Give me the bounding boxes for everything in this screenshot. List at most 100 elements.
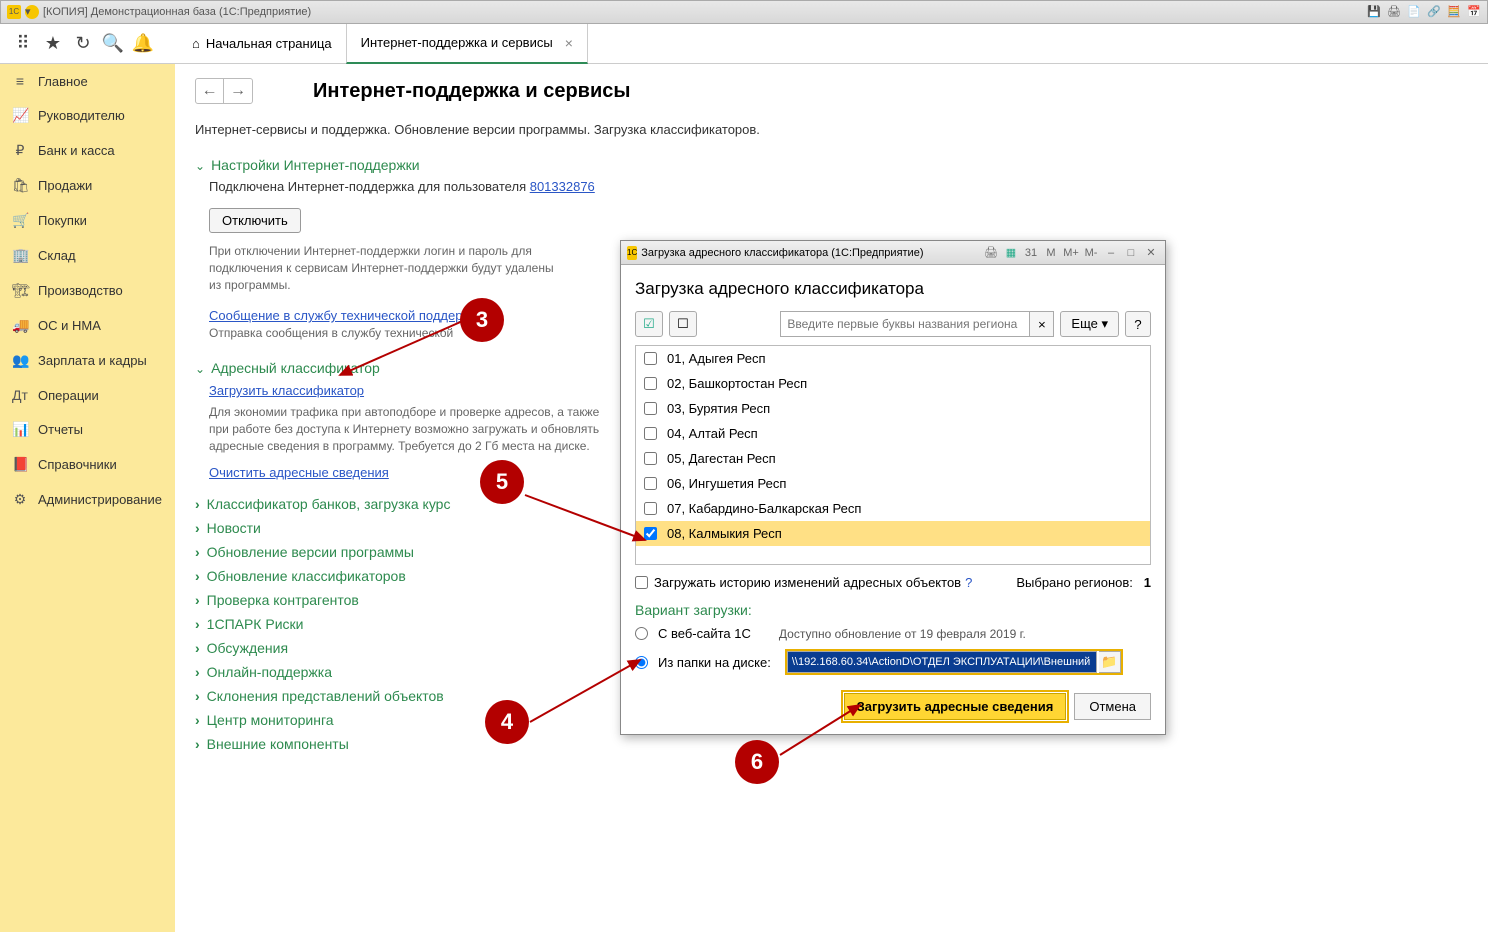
clear-address-link[interactable]: Очистить адресные сведения bbox=[209, 465, 389, 480]
region-row[interactable]: 07, Кабардино-Балкарская Респ bbox=[636, 496, 1150, 521]
dialog-mplus-icon[interactable]: M+ bbox=[1063, 245, 1079, 261]
dialog-maximize-icon[interactable]: □ bbox=[1123, 245, 1139, 261]
notifications-button[interactable]: 🔔 bbox=[128, 29, 158, 59]
region-checkbox[interactable] bbox=[644, 352, 657, 365]
help-button[interactable]: ? bbox=[1125, 311, 1151, 337]
region-checkbox[interactable] bbox=[644, 502, 657, 515]
region-row[interactable]: 01, Адыгея Респ bbox=[636, 346, 1150, 371]
sidebar-item[interactable]: 📕Справочники bbox=[0, 447, 175, 482]
window-title: [КОПИЯ] Демонстрационная база (1С:Предпр… bbox=[43, 6, 311, 18]
sidebar-label: Покупки bbox=[38, 213, 87, 228]
sidebar-item[interactable]: 🏢Склад bbox=[0, 238, 175, 273]
region-label: 03, Бурятия Респ bbox=[667, 401, 770, 416]
dialog-date-icon[interactable]: 31 bbox=[1023, 245, 1039, 261]
uncheck-all-button[interactable]: ☐ bbox=[669, 311, 697, 337]
sidebar-label: Зарплата и кадры bbox=[38, 353, 147, 368]
sidebar-item[interactable]: 🛍Продажи bbox=[0, 168, 175, 203]
sidebar-item[interactable]: ДтОперации bbox=[0, 378, 175, 412]
apps-button[interactable]: ⠿ bbox=[8, 29, 38, 59]
connected-text: Подключена Интернет-поддержка для пользо… bbox=[209, 179, 530, 194]
save-icon[interactable]: 💾 bbox=[1367, 5, 1381, 19]
dialog-cal-icon[interactable]: ▦ bbox=[1003, 245, 1019, 261]
sidebar-item[interactable]: 🚚ОС и НМА bbox=[0, 308, 175, 343]
region-row[interactable]: 05, Дагестан Респ bbox=[636, 446, 1150, 471]
region-row[interactable]: 04, Алтай Респ bbox=[636, 421, 1150, 446]
load-classifier-link[interactable]: Загрузить классификатор bbox=[209, 383, 364, 398]
favorites-button[interactable]: ★ bbox=[38, 29, 68, 59]
sidebar-item[interactable]: 👥Зарплата и кадры bbox=[0, 343, 175, 378]
dropdown-icon[interactable]: ▾ bbox=[25, 5, 39, 19]
sidebar-item[interactable]: ⚙Администрирование bbox=[0, 482, 175, 517]
section-internet-support[interactable]: Настройки Интернет-поддержки bbox=[195, 157, 1468, 173]
search-button[interactable]: 🔍 bbox=[98, 29, 128, 59]
sidebar-label: Склад bbox=[38, 248, 76, 263]
region-checkbox[interactable] bbox=[644, 402, 657, 415]
region-row[interactable]: 06, Ингушетия Респ bbox=[636, 471, 1150, 496]
dialog-minimize-icon[interactable]: – bbox=[1103, 245, 1119, 261]
region-checkbox[interactable] bbox=[644, 452, 657, 465]
selected-count: 1 bbox=[1144, 575, 1151, 590]
disconnect-button[interactable]: Отключить bbox=[209, 208, 301, 233]
radio-web-label: С веб-сайта 1С bbox=[658, 626, 751, 641]
callout-4: 4 bbox=[485, 700, 529, 744]
sidebar-label: Руководителю bbox=[38, 108, 125, 123]
load-button[interactable]: Загрузить адресные сведения bbox=[844, 693, 1067, 720]
region-checkbox[interactable] bbox=[644, 377, 657, 390]
page-title: Интернет-поддержка и сервисы bbox=[313, 80, 630, 103]
dialog-mminus-icon[interactable]: M- bbox=[1083, 245, 1099, 261]
region-label: 08, Калмыкия Респ bbox=[667, 526, 782, 541]
region-checkbox[interactable] bbox=[644, 427, 657, 440]
dialog-print-icon[interactable]: 🖨 bbox=[983, 245, 999, 261]
disk-path-input[interactable] bbox=[787, 651, 1097, 673]
history-checkbox[interactable] bbox=[635, 576, 648, 589]
doc-icon[interactable]: 📄 bbox=[1407, 5, 1421, 19]
tab-close-icon[interactable]: × bbox=[565, 35, 573, 51]
sidebar-item[interactable]: 📊Отчеты bbox=[0, 412, 175, 447]
region-list[interactable]: 01, Адыгея Респ 02, Башкортостан Респ 03, … bbox=[635, 345, 1151, 565]
tab-active[interactable]: Интернет-поддержка и сервисы × bbox=[346, 24, 588, 64]
radio-disk[interactable] bbox=[635, 656, 648, 669]
region-label: 02, Башкортостан Респ bbox=[667, 376, 807, 391]
page-subtitle: Интернет-сервисы и поддержка. Обновление… bbox=[195, 122, 1468, 137]
region-row[interactable]: 02, Башкортостан Респ bbox=[636, 371, 1150, 396]
selected-label: Выбрано регионов: bbox=[1016, 575, 1133, 590]
sidebar-item[interactable]: 📈Руководителю bbox=[0, 98, 175, 133]
sidebar-label: Банк и касса bbox=[38, 143, 115, 158]
calendar-icon[interactable]: 📅 bbox=[1467, 5, 1481, 19]
support-message-link[interactable]: Сообщение в службу технической поддержки bbox=[209, 308, 484, 323]
region-label: 07, Кабардино-Балкарская Респ bbox=[667, 501, 861, 516]
more-button[interactable]: Еще ▾ bbox=[1060, 311, 1119, 337]
folder-browse-button[interactable]: 📁 bbox=[1099, 651, 1121, 673]
radio-web[interactable] bbox=[635, 627, 648, 640]
dialog-m-icon[interactable]: M bbox=[1043, 245, 1059, 261]
sidebar-item[interactable]: 🏗Производство bbox=[0, 273, 175, 308]
region-checkbox[interactable] bbox=[644, 477, 657, 490]
tab-home-label: Начальная страница bbox=[206, 36, 332, 51]
sidebar-item[interactable]: 🛒Покупки bbox=[0, 203, 175, 238]
nav-back-button[interactable]: ← bbox=[196, 79, 224, 103]
section-link[interactable]: Внешние компоненты bbox=[195, 736, 1468, 752]
variant-title: Вариант загрузки: bbox=[635, 602, 1151, 618]
tab-active-label: Интернет-поддержка и сервисы bbox=[361, 35, 553, 50]
calc-icon[interactable]: 🧮 bbox=[1447, 5, 1461, 19]
region-search-input[interactable] bbox=[780, 311, 1030, 337]
tab-home[interactable]: ⌂ Начальная страница bbox=[178, 24, 346, 64]
sidebar-item[interactable]: ≡Главное bbox=[0, 64, 175, 98]
main-toolbar: ⠿ ★ ↻ 🔍 🔔 ⌂ Начальная страница Интернет-… bbox=[0, 24, 1488, 64]
print-icon[interactable]: 🖨 bbox=[1387, 5, 1401, 19]
region-label: 04, Алтай Респ bbox=[667, 426, 758, 441]
connected-user-link[interactable]: 801332876 bbox=[530, 179, 595, 194]
sidebar-item[interactable]: ₽Банк и касса bbox=[0, 133, 175, 168]
region-checkbox[interactable] bbox=[644, 527, 657, 540]
history-help-link[interactable]: ? bbox=[965, 575, 972, 590]
nav-forward-button[interactable]: → bbox=[224, 79, 252, 103]
callout-5: 5 bbox=[480, 460, 524, 504]
region-row[interactable]: 03, Бурятия Респ bbox=[636, 396, 1150, 421]
link-icon[interactable]: 🔗 bbox=[1427, 5, 1441, 19]
check-all-button[interactable]: ☑ bbox=[635, 311, 663, 337]
region-row[interactable]: 08, Калмыкия Респ bbox=[636, 521, 1150, 546]
history-button[interactable]: ↻ bbox=[68, 29, 98, 59]
cancel-button[interactable]: Отмена bbox=[1074, 693, 1151, 720]
clear-search-button[interactable]: × bbox=[1030, 311, 1054, 337]
dialog-close-icon[interactable]: ✕ bbox=[1143, 245, 1159, 261]
